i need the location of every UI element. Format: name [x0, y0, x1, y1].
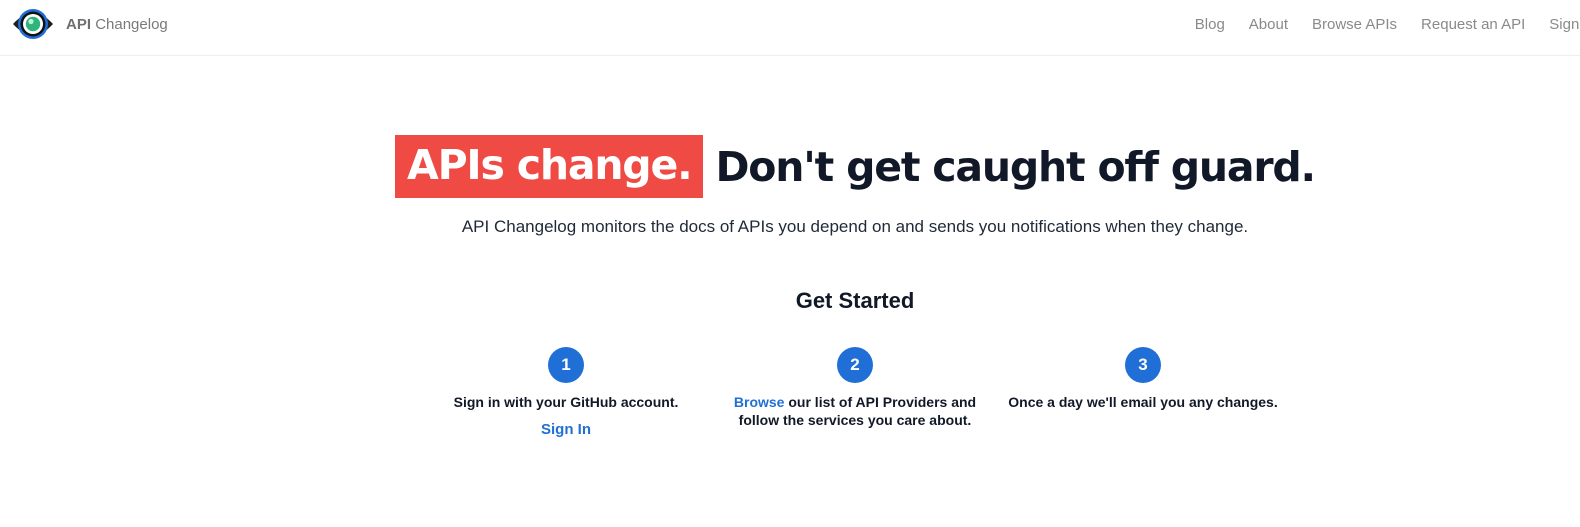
brand-name-rest: Changelog: [95, 15, 168, 33]
main-nav: Blog About Browse APIs Request an API Si…: [1195, 0, 1580, 48]
step-number: 3: [1125, 347, 1161, 383]
sign-in-link[interactable]: Sign In: [541, 421, 591, 438]
step-1: 1 Sign in with your GitHub account. Sign…: [426, 347, 706, 439]
nav-request-api[interactable]: Request an API: [1421, 16, 1525, 33]
brand-name: API Changelog: [66, 16, 168, 33]
step-3: 3 Once a day we'll email you any changes…: [1003, 347, 1283, 411]
brand-link[interactable]: API Changelog: [12, 4, 168, 44]
step-number: 1: [548, 347, 584, 383]
nav-about[interactable]: About: [1249, 16, 1288, 33]
eye-icon: [13, 9, 53, 39]
nav-sign-in[interactable]: Sign In: [1549, 16, 1580, 33]
browse-link[interactable]: Browse: [734, 394, 785, 410]
hero-highlight: APIs change.: [395, 135, 704, 198]
hero-headline: APIs change. Don't get caught off guard.: [0, 135, 1580, 198]
nav-blog[interactable]: Blog: [1195, 16, 1225, 33]
brand-name-strong: API: [66, 15, 92, 33]
step-2: 2 Browse our list of API Providers and f…: [715, 347, 995, 429]
step-number: 2: [837, 347, 873, 383]
step-text: Sign in with your GitHub account.: [453, 394, 679, 410]
hero-rest: Don't get caught off guard.: [715, 142, 1316, 191]
step-text: Browse our list of API Providers and fol…: [715, 393, 995, 429]
tagline: API Changelog monitors the docs of APIs …: [461, 217, 1249, 236]
nav-browse-apis[interactable]: Browse APIs: [1312, 16, 1397, 33]
top-navbar: API Changelog Blog About Browse APIs Req…: [0, 0, 1580, 56]
get-started-title: Get Started: [795, 288, 915, 313]
step-text: Once a day we'll email you any changes.: [1008, 394, 1278, 410]
